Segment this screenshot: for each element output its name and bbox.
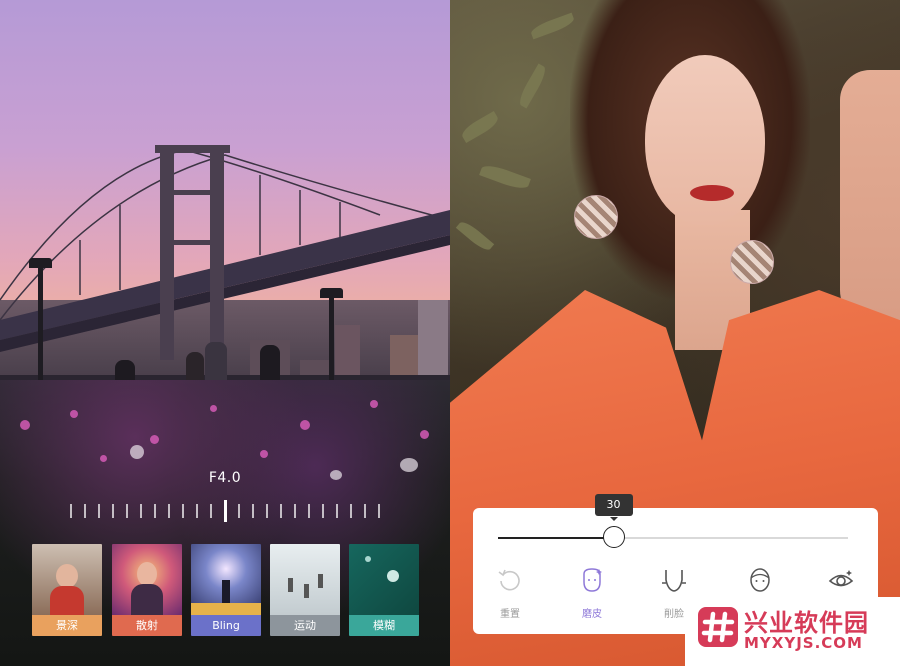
filter-strip: 景深 散射 Bling 运动 模糊 — [32, 544, 420, 636]
filter-preview-image — [112, 544, 182, 615]
slider-value-tooltip: 30 — [594, 494, 633, 521]
earring — [574, 195, 618, 239]
eye-icon — [828, 570, 854, 587]
filter-label: 运动 — [270, 615, 340, 636]
filter-label: 景深 — [32, 615, 102, 636]
filter-label: 模糊 — [349, 615, 419, 636]
watermark-logo — [698, 607, 738, 647]
filter-thumb-sanshe[interactable]: 散射 — [112, 544, 182, 636]
aperture-slider[interactable] — [70, 500, 382, 522]
aperture-value: F4.0 — [208, 470, 242, 486]
filter-label: Bling — [191, 615, 261, 636]
portrait-lips — [690, 185, 734, 201]
filter-preview-image — [191, 544, 261, 615]
slider-knob[interactable] — [602, 526, 625, 548]
watermark-title: 兴业软件园 — [744, 609, 869, 637]
filter-thumb-yundong[interactable]: 运动 — [270, 544, 340, 636]
portrait-arm — [840, 70, 900, 330]
tool-reset[interactable]: 重置 — [482, 566, 538, 620]
slider-track-fill — [498, 537, 614, 539]
filter-preview-image — [32, 544, 102, 615]
hash-logo-icon — [701, 611, 735, 643]
tool-smooth-skin[interactable]: 磨皮 — [564, 566, 620, 620]
reset-icon — [498, 569, 520, 591]
watermark-subtitle: MYXYJS.COM — [744, 634, 863, 652]
filter-thumb-bling[interactable]: Bling — [191, 544, 261, 636]
left-screen: F4.0 景深 散射 Bling 运动 模糊 — [0, 0, 450, 666]
filter-thumb-mohu[interactable]: 模糊 — [349, 544, 419, 636]
slim-face-icon — [662, 570, 686, 592]
tool-label: 重置 — [500, 609, 520, 620]
earring — [730, 240, 774, 284]
face-outline-icon — [750, 568, 770, 592]
filter-thumb-jingshen[interactable]: 景深 — [32, 544, 102, 636]
smooth-skin-icon — [583, 568, 602, 592]
filter-preview-image — [349, 544, 419, 615]
filter-preview-image — [270, 544, 340, 615]
filter-label: 散射 — [112, 615, 182, 636]
tool-label: 磨皮 — [582, 609, 602, 620]
